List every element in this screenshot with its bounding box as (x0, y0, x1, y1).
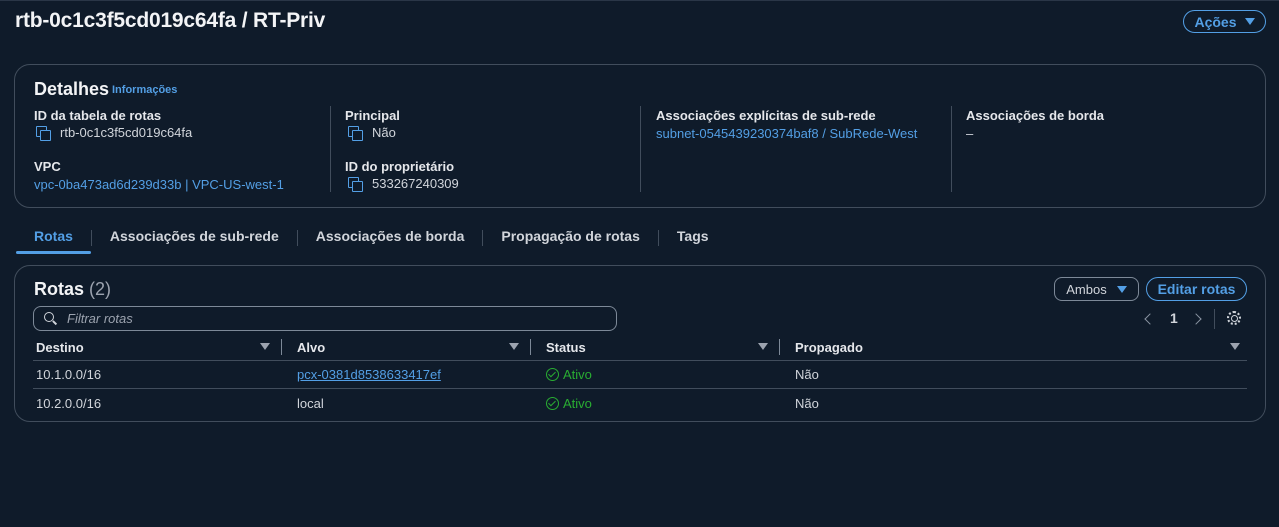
explicit-assoc-link[interactable]: subnet-0545439230374baf8 / SubRede-West (656, 126, 917, 141)
sort-icon[interactable] (758, 343, 768, 350)
route-table-id-value: rtb-0c1c3f5cd019c64fa (36, 125, 193, 141)
caret-down-icon (1116, 285, 1127, 293)
main-value-text: Não (372, 125, 396, 140)
pager-divider (1214, 309, 1215, 329)
edit-routes-button[interactable]: Editar rotas (1146, 277, 1247, 301)
column-header-status[interactable]: Status (546, 340, 586, 355)
column-separator[interactable] (779, 339, 780, 355)
owner-id-text: 533267240309 (372, 176, 459, 191)
row-1-status-text: Ativo (563, 367, 592, 382)
routes-count: (2) (89, 279, 112, 299)
check-circle-icon (546, 397, 559, 410)
row-2-destination: 10.2.0.0/16 (36, 396, 102, 411)
sort-icon[interactable] (1230, 343, 1240, 350)
owner-id-label: ID do proprietário (345, 159, 455, 174)
main-label: Principal (345, 108, 400, 123)
route-table-id-text: rtb-0c1c3f5cd019c64fa (60, 125, 193, 140)
row-1-target-link[interactable]: pcx-0381d8538633417ef (297, 367, 441, 382)
row-2-status: Ativo (546, 396, 592, 411)
table-header-divider (33, 360, 1247, 361)
tab-routes[interactable]: Rotas (16, 224, 91, 254)
column-header-target[interactable]: Alvo (297, 340, 325, 355)
edge-assoc-value: – (966, 126, 974, 141)
details-divider (951, 106, 952, 192)
explicit-assoc-label: Associações explícitas de sub-rede (656, 108, 876, 123)
tab-bar: Rotas Associações de sub-rede Associaçõe… (16, 224, 727, 254)
row-1-propagated: Não (795, 367, 819, 382)
page-title: rtb-0c1c3f5cd019c64fa / RT-Priv (15, 9, 326, 32)
top-border (0, 0, 1279, 1)
owner-id-value: 533267240309 (348, 176, 459, 192)
routes-heading-text: Rotas (34, 279, 85, 299)
column-header-propagated[interactable]: Propagado (795, 340, 863, 355)
filter-select[interactable]: Ambos (1054, 277, 1139, 301)
main-value: Não (348, 125, 396, 141)
tab-edge-associations[interactable]: Associações de borda (298, 224, 483, 254)
page-number[interactable]: 1 (1170, 310, 1178, 326)
details-divider (330, 106, 331, 192)
column-separator[interactable] (281, 339, 282, 355)
copy-icon[interactable] (348, 125, 363, 141)
actions-button[interactable]: Ações (1183, 10, 1266, 33)
check-circle-icon (546, 368, 559, 381)
search-field[interactable] (33, 306, 617, 331)
tab-tags[interactable]: Tags (659, 224, 727, 254)
copy-icon[interactable] (36, 125, 51, 141)
row-2-target: local (297, 396, 324, 411)
column-separator[interactable] (530, 339, 531, 355)
copy-icon[interactable] (348, 176, 363, 192)
info-link[interactable]: Informações (112, 84, 177, 96)
row-1-status: Ativo (546, 367, 592, 382)
row-2-status-text: Ativo (563, 396, 592, 411)
search-input[interactable] (67, 311, 607, 326)
sort-icon[interactable] (509, 343, 519, 350)
details-heading: Detalhes (34, 79, 110, 99)
table-row-divider (33, 388, 1247, 389)
edge-assoc-label: Associações de borda (966, 108, 1104, 123)
tab-route-propagation[interactable]: Propagação de rotas (483, 224, 658, 254)
vpc-link[interactable]: vpc-0ba473ad6d239d33b | VPC-US-west-1 (34, 177, 284, 192)
row-1-destination: 10.1.0.0/16 (36, 367, 102, 382)
sort-icon[interactable] (260, 343, 270, 350)
gear-icon[interactable] (1227, 311, 1241, 325)
details-divider (640, 106, 641, 192)
actions-button-label: Ações (1194, 13, 1237, 30)
column-header-destination[interactable]: Destino (36, 340, 84, 355)
tab-subnet-associations[interactable]: Associações de sub-rede (92, 224, 297, 254)
edit-routes-label: Editar rotas (1157, 281, 1236, 297)
caret-down-icon (1244, 18, 1255, 25)
route-table-id-label: ID da tabela de rotas (34, 108, 162, 123)
filter-select-label: Ambos (1066, 281, 1107, 297)
row-2-propagated: Não (795, 396, 819, 411)
search-icon (44, 312, 57, 325)
vpc-label: VPC (34, 159, 61, 174)
routes-heading: Rotas (2) (34, 279, 111, 300)
